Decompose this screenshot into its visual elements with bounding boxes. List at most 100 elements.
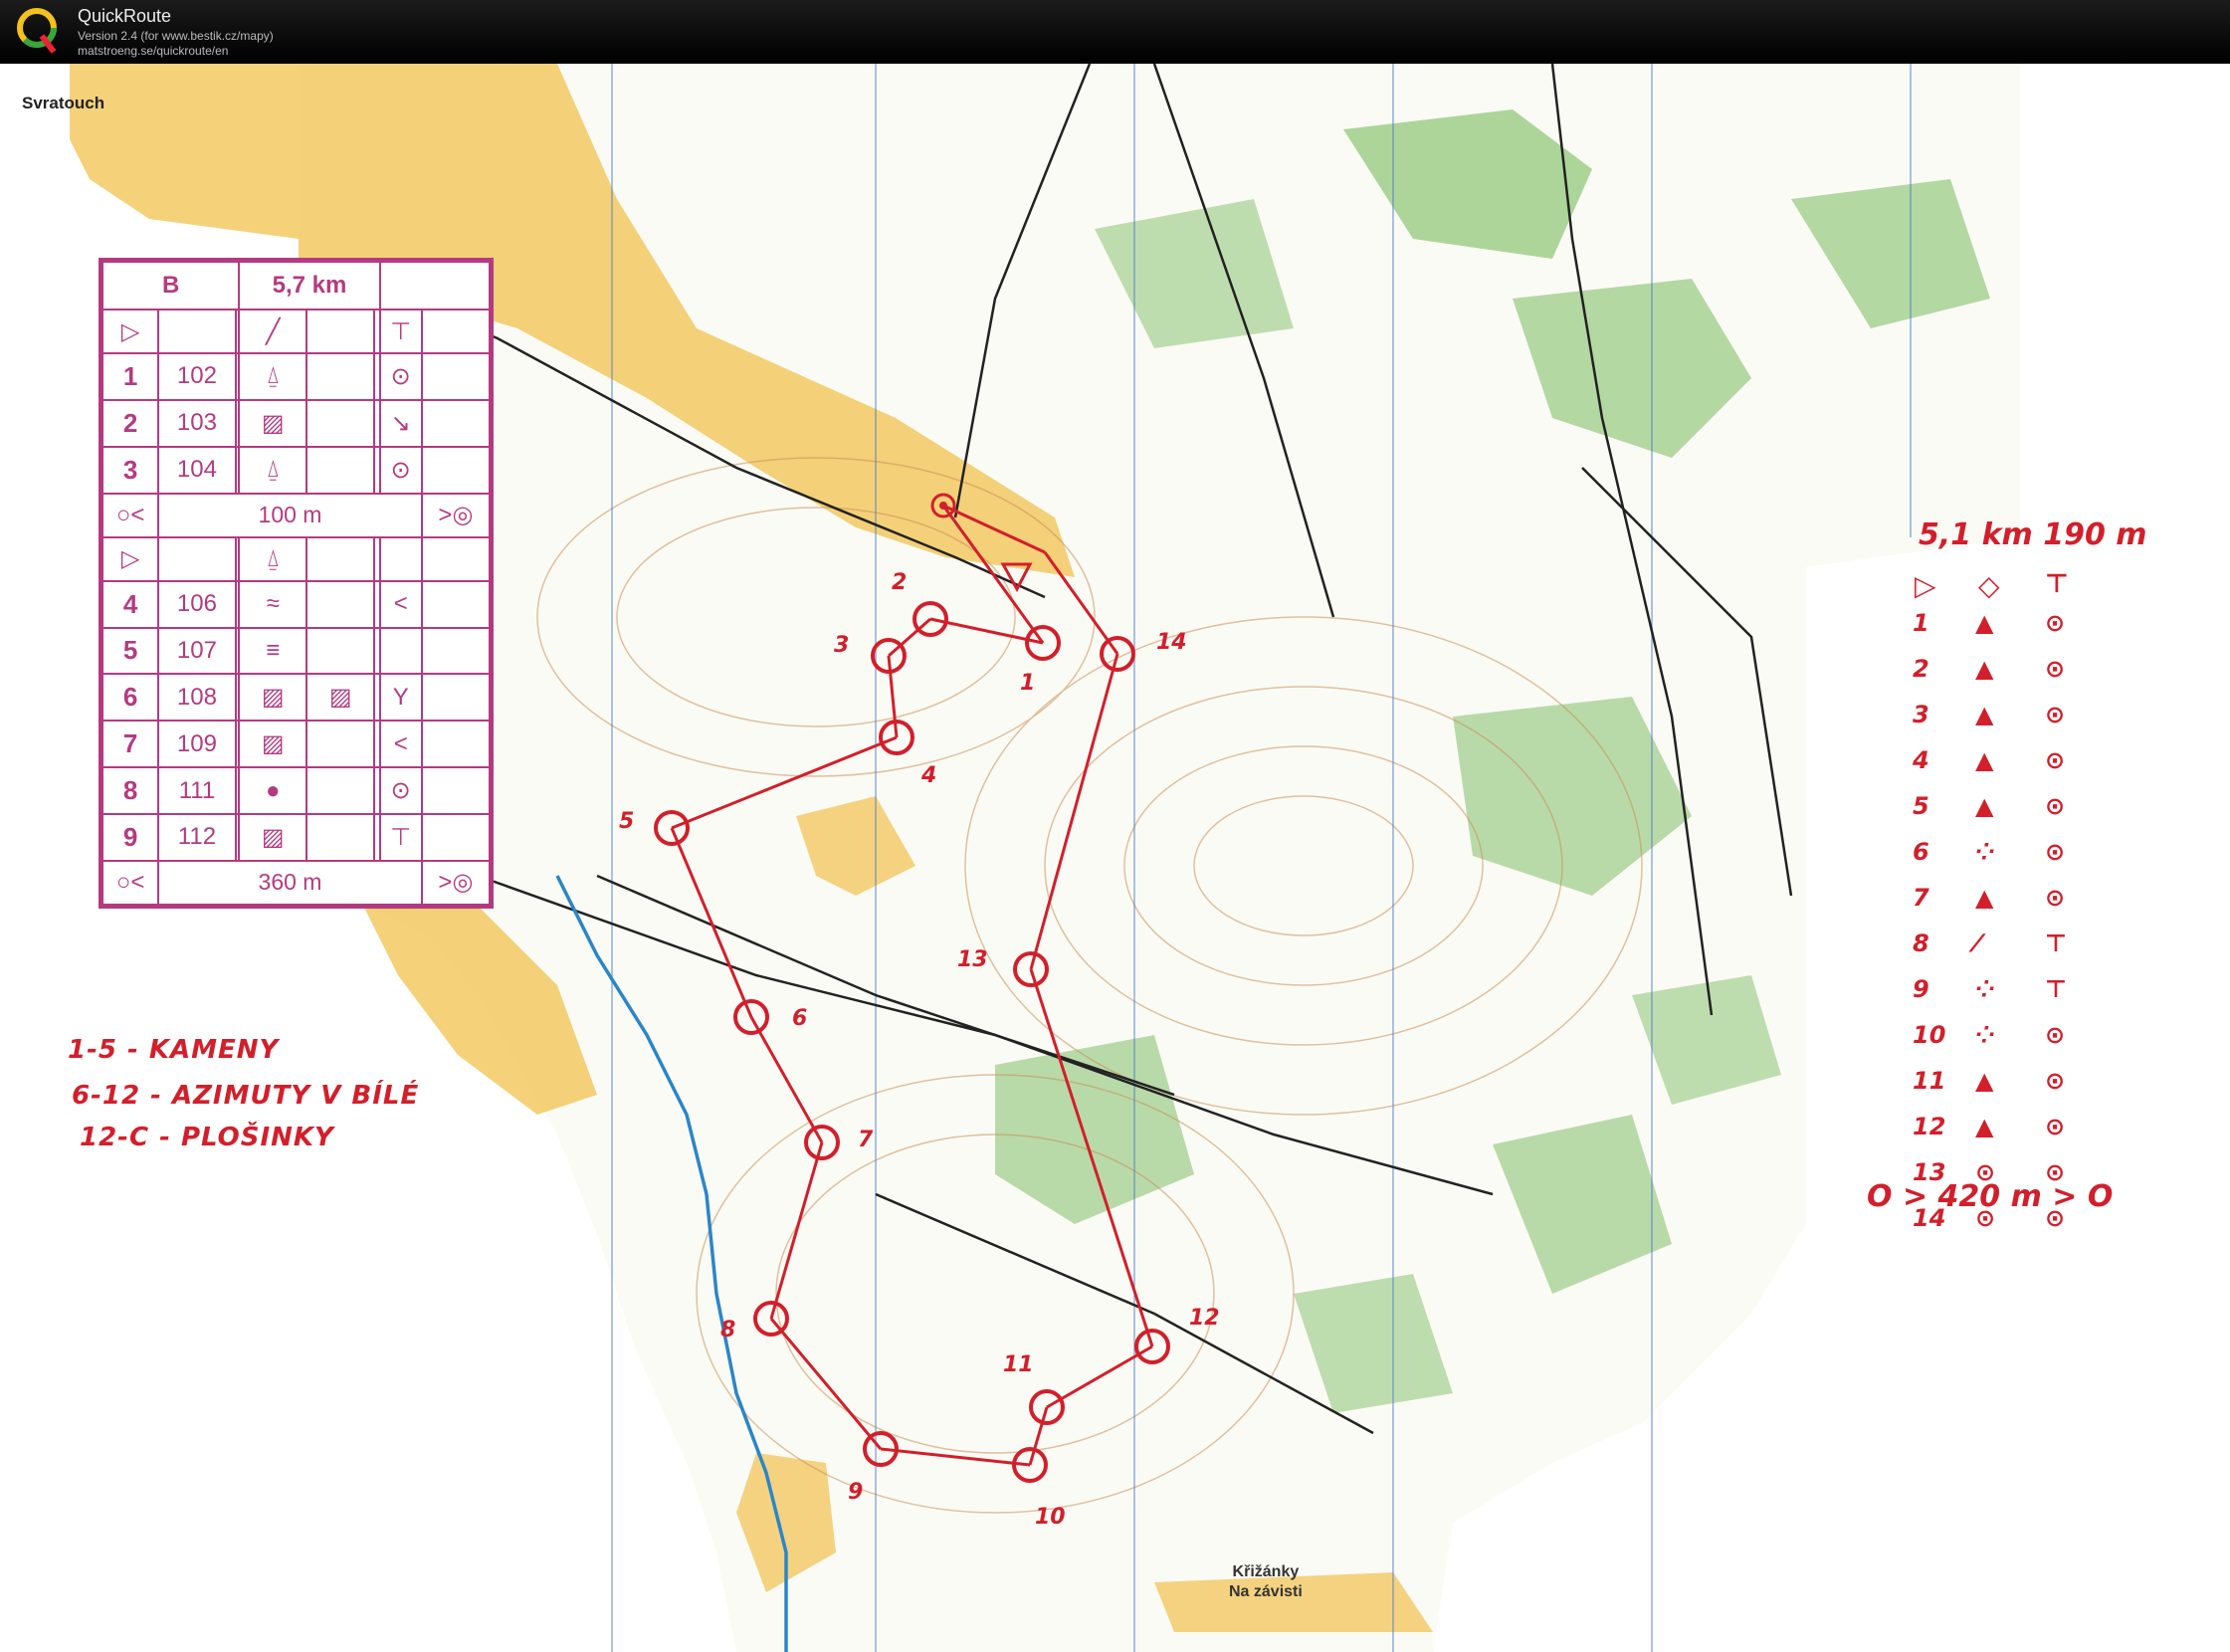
legend-symbol-icon: ⁄ [1975,929,1980,957]
control-label-7: 7 [858,1128,874,1152]
start-triangle-icon: ▷ [101,535,160,582]
app-url: matstroeng.se/quickroute/en [78,44,229,58]
control-label-1: 1 [1020,671,1035,696]
boulder-symbol-icon: ⍙ [238,445,308,495]
bend-symbol-icon: ⊤ [378,308,423,355]
legend-symbol-icon: ▲ [1975,884,1994,912]
legend-row-number: 2 [1913,655,1929,683]
marked-route-start-icon: ○< [101,859,160,907]
control-code: 106 [157,579,237,629]
control-code: 102 [157,352,237,401]
place-label-krizanky-line1: Křižánky [1232,1563,1300,1580]
legend-row-number: 12 [1913,1113,1946,1140]
legend-symbol-icon: ▲ [1975,746,1994,774]
legend-row-number: 6 [1913,838,1929,866]
legend-position-icon: ⊤ [2045,975,2067,1003]
control-label-8: 8 [720,1318,735,1342]
control-number: 6 [101,673,160,723]
handwritten-note: 1-5 - KAMENY [68,1035,280,1065]
legend-symbol-icon: ▲ [1975,1067,1994,1095]
start-triangle-icon: ▷ [101,308,160,355]
boulder-symbol-icon: ⍙ [238,352,308,401]
control-code: 112 [157,812,237,862]
control-label-5: 5 [619,809,634,834]
control-number: 2 [101,398,160,448]
stony-ground-symbol-icon: ▨ [305,673,376,723]
open-land-area [70,64,299,239]
legend-row-number: 8 [1913,929,1929,957]
course-class: B [101,261,241,310]
line-symbol-icon: ╱ [238,308,308,355]
marked-route-end-icon: >◎ [420,859,492,907]
control-description-sheet: B 5,7 km ▷ ╱ ⊤ 1 102 ⍙ ⊙ 2 103 ▨ ↘ 3 104 ⍙ ⊙… [99,258,494,909]
legend-row-number: 1 [1913,609,1929,637]
boulder-symbol-icon: ⍙ [238,535,308,582]
bend-symbol-icon: ⊤ [2045,569,2069,599]
control-code: 104 [157,445,237,495]
legend-position-icon: ⊙ [2045,609,2066,637]
marked-route-start-icon: ○< [101,492,160,538]
control-label-6: 6 [792,1006,807,1031]
legend-row-number: 11 [1913,1067,1946,1095]
control-code: 107 [157,626,237,676]
control-label-3: 3 [834,633,849,658]
erosion-symbol-icon: ≈ [238,579,308,629]
corner-symbol-icon: ↘ [378,398,423,448]
legend-symbol-icon: ▲ [1975,655,1994,683]
app-version: Version 2.4 (for www.bestik.cz/mapy) [78,29,274,43]
legend-symbol-icon: ▲ [1975,609,1994,637]
control-label-11: 11 [1003,1352,1034,1377]
title-bar: QuickRoute Version 2.4 (for www.bestik.c… [0,0,2230,64]
legend-row-number: 7 [1913,884,1929,912]
legend-position-icon: ⊙ [2045,792,2066,820]
quickroute-logo-icon [17,8,57,54]
control-label-2: 2 [892,570,907,595]
legend-position-icon: ⊙ [2045,1021,2066,1049]
legend-position-icon: ⊙ [2045,884,2066,912]
app-name: QuickRoute [78,6,172,26]
control-code: 103 [157,398,237,448]
marked-route-length: 360 m [157,859,423,907]
legend-position-icon: ⊙ [2045,838,2066,866]
legend-symbol-icon: ⁘ [1975,975,1996,1003]
side-symbol-icon: ⊙ [378,766,423,815]
control-number: 8 [101,766,160,815]
diamond-icon: ◇ [1978,569,2000,602]
legend-position-icon: ⊙ [2045,701,2066,728]
marked-route-end-icon: >◎ [420,492,492,538]
control-label-13: 13 [957,947,988,972]
terrace-symbol-icon: ≡ [238,626,308,676]
control-label-4: 4 [920,763,936,788]
control-number: 7 [101,720,160,769]
control-code: 109 [157,720,237,769]
legend-position-icon: ⊙ [2045,1067,2066,1095]
control-number: 9 [101,812,160,862]
side-symbol-icon: ⊙ [378,352,423,401]
handwritten-course-info: 5,1 km 190 m [1919,517,2147,552]
control-number: 4 [101,579,160,629]
legend-symbol-icon: ▲ [1975,792,1994,820]
control-code: 108 [157,673,237,723]
stony-ground-symbol-icon: ▨ [238,398,308,448]
legend-symbol-icon: ▲ [1975,701,1994,728]
control-number: 3 [101,445,160,495]
legend-position-icon: ⊙ [2045,1113,2066,1140]
control-label-10: 10 [1035,1505,1066,1530]
control-label-12: 12 [1189,1306,1220,1331]
control-code: 111 [157,766,237,815]
control-label-14: 14 [1156,630,1187,655]
junction-symbol-icon: Y [378,673,423,723]
control-number: 5 [101,626,160,676]
corner-symbol-icon: < [378,579,423,629]
start-triangle-icon: ▷ [1915,569,1936,602]
stony-ground-symbol-icon: ▨ [238,812,308,862]
stony-ground-symbol-icon: ▨ [238,720,308,769]
legend-row-number: 3 [1913,701,1929,728]
control-number: 1 [101,352,160,401]
place-label-krizanky: Křižánky Na závisti [1229,1562,1303,1602]
marked-route-length: 100 m [157,492,423,538]
handwritten-note: 6-12 - AZIMUTY V BÍLÉ [72,1081,420,1111]
legend-symbol-icon: ⁘ [1975,1021,1996,1049]
corner-symbol-icon: < [378,720,423,769]
control-label-9: 9 [848,1480,863,1505]
